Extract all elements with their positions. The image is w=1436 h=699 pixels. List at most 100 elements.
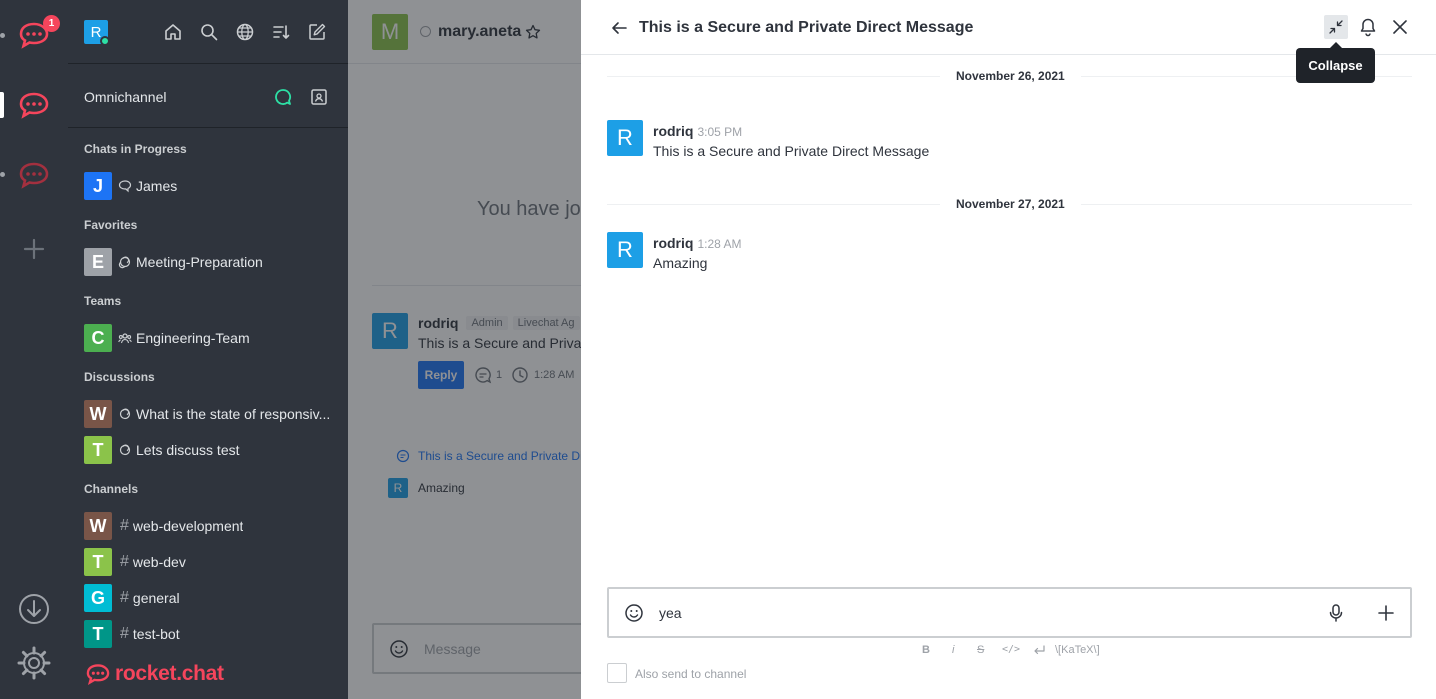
sidebar-item-responsive-discussion[interactable]: W What is the state of responsiv... bbox=[84, 400, 340, 428]
arrow-back-icon[interactable] bbox=[609, 18, 629, 38]
room-name: general bbox=[132, 590, 180, 606]
collapse-button[interactable] bbox=[1324, 15, 1348, 39]
modal-backdrop[interactable] bbox=[348, 0, 581, 699]
format-katex-button[interactable]: \[KaTeX\] bbox=[1055, 644, 1100, 656]
message-avatar: R bbox=[607, 232, 643, 268]
room-avatar: T bbox=[84, 548, 112, 576]
sidebar-item-general[interactable]: G # general bbox=[84, 584, 340, 612]
sidebar-item-web-development[interactable]: W # web-development bbox=[84, 512, 340, 540]
room-name: Lets discuss test bbox=[136, 442, 240, 458]
sidebar-item-meeting-preparation[interactable]: E Meeting-Preparation bbox=[84, 248, 340, 276]
livechat-icon bbox=[118, 180, 132, 193]
unread-badge: 1 bbox=[43, 15, 60, 32]
collapse-icon bbox=[1329, 20, 1343, 34]
section-channels: Channels bbox=[84, 482, 139, 496]
home-button[interactable] bbox=[164, 23, 182, 41]
sidebar-item-test-bot[interactable]: T # test-bot bbox=[84, 620, 340, 648]
server-rail: 1 bbox=[0, 0, 68, 699]
room-avatar: G bbox=[84, 584, 112, 612]
multiline-icon[interactable] bbox=[1032, 645, 1046, 657]
thread-message[interactable]: R rodriq 1:28 AM Amazing bbox=[607, 231, 1412, 273]
room-name: James bbox=[136, 178, 178, 194]
format-code-button[interactable]: </> bbox=[1002, 644, 1020, 655]
sort-icon bbox=[273, 25, 290, 39]
message-avatar: R bbox=[607, 120, 643, 156]
format-bold-button[interactable]: B bbox=[922, 644, 930, 656]
contact-card-icon bbox=[311, 89, 327, 105]
globe-icon bbox=[236, 23, 254, 41]
omnichannel-status-toggle[interactable] bbox=[274, 88, 292, 106]
omnichannel-label: Omnichannel bbox=[84, 89, 167, 105]
message-time: 1:28 AM bbox=[697, 237, 742, 251]
panel-title: This is a Secure and Private Direct Mess… bbox=[639, 19, 974, 36]
microphone-icon[interactable] bbox=[1326, 603, 1346, 623]
discussion-icon bbox=[118, 256, 131, 269]
hashtag-icon: # bbox=[120, 553, 129, 570]
directory-button[interactable] bbox=[236, 23, 254, 41]
download-button[interactable] bbox=[16, 591, 52, 627]
omnichannel-bar: Omnichannel bbox=[68, 64, 348, 128]
brand-logo: rocket.chat bbox=[84, 660, 224, 688]
room-name: Meeting-Preparation bbox=[136, 254, 263, 270]
room-name: Engineering-Team bbox=[136, 330, 250, 346]
settings-button[interactable] bbox=[16, 645, 52, 681]
server-2-button[interactable] bbox=[16, 87, 52, 123]
add-server-button[interactable] bbox=[16, 231, 52, 267]
message-username[interactable]: rodriq bbox=[653, 123, 693, 139]
room-avatar: J bbox=[84, 172, 112, 200]
section-teams: Teams bbox=[84, 294, 122, 308]
plus-icon bbox=[23, 238, 45, 260]
room-name: web-dev bbox=[132, 554, 186, 570]
sidebar-item-lets-discuss-test[interactable]: T Lets discuss test bbox=[84, 436, 340, 464]
download-icon bbox=[19, 594, 49, 624]
sidebar-item-james[interactable]: J James bbox=[84, 172, 340, 200]
section-favorites: Favorites bbox=[84, 218, 138, 232]
plus-icon[interactable] bbox=[1376, 603, 1396, 623]
rocketchat-logo-icon bbox=[19, 162, 49, 189]
room-avatar: C bbox=[84, 324, 112, 352]
room-avatar: W bbox=[84, 400, 112, 428]
date-label: November 27, 2021 bbox=[940, 197, 1081, 211]
emoji-icon[interactable] bbox=[624, 603, 644, 623]
server-3-button[interactable] bbox=[16, 157, 52, 193]
online-status-icon bbox=[100, 36, 110, 46]
composer-input[interactable]: yea bbox=[659, 605, 682, 621]
team-icon bbox=[118, 333, 132, 344]
server-indicator bbox=[0, 172, 5, 177]
message-username[interactable]: rodriq bbox=[653, 235, 693, 251]
gear-icon bbox=[17, 646, 51, 680]
format-strike-button[interactable]: S bbox=[977, 644, 984, 656]
thread-message[interactable]: R rodriq 3:05 PM This is a Secure and Pri… bbox=[607, 119, 1412, 161]
rocketchat-logo-icon bbox=[86, 664, 110, 686]
brand-wordmark: rocket.chat bbox=[115, 662, 224, 685]
also-send-checkbox[interactable] bbox=[607, 663, 627, 683]
sidebar-header: R bbox=[68, 0, 348, 64]
sidebar-item-engineering-team[interactable]: C Engineering-Team bbox=[84, 324, 340, 352]
hashtag-icon: # bbox=[120, 589, 129, 606]
room-name: test-bot bbox=[132, 626, 180, 642]
hashtag-icon: # bbox=[120, 517, 129, 534]
search-icon bbox=[201, 24, 218, 41]
sidebar-item-web-dev[interactable]: T # web-dev bbox=[84, 548, 340, 576]
hashtag-icon: # bbox=[120, 625, 129, 642]
bell-icon[interactable] bbox=[1358, 17, 1378, 37]
sort-button[interactable] bbox=[272, 23, 290, 41]
room-avatar: T bbox=[84, 620, 112, 648]
omnichannel-contact-center-button[interactable] bbox=[310, 88, 328, 106]
discussion-icon bbox=[119, 408, 131, 420]
room-name: What is the state of responsiv... bbox=[136, 406, 331, 422]
discussion-icon bbox=[119, 444, 131, 456]
close-icon[interactable] bbox=[1390, 17, 1410, 37]
date-label: November 26, 2021 bbox=[940, 69, 1081, 83]
search-button[interactable] bbox=[200, 23, 218, 41]
message-time: 3:05 PM bbox=[697, 125, 743, 139]
thread-composer[interactable]: yea bbox=[607, 587, 1412, 638]
message-text: This is a Secure and Private Direct Mess… bbox=[653, 143, 930, 159]
rocketchat-logo-icon bbox=[19, 92, 49, 119]
format-italic-button[interactable]: i bbox=[952, 644, 954, 656]
message-text: Amazing bbox=[653, 255, 708, 271]
room-avatar: T bbox=[84, 436, 112, 464]
room-avatar: E bbox=[84, 248, 112, 276]
create-new-button[interactable] bbox=[308, 23, 326, 41]
room-avatar: W bbox=[84, 512, 112, 540]
